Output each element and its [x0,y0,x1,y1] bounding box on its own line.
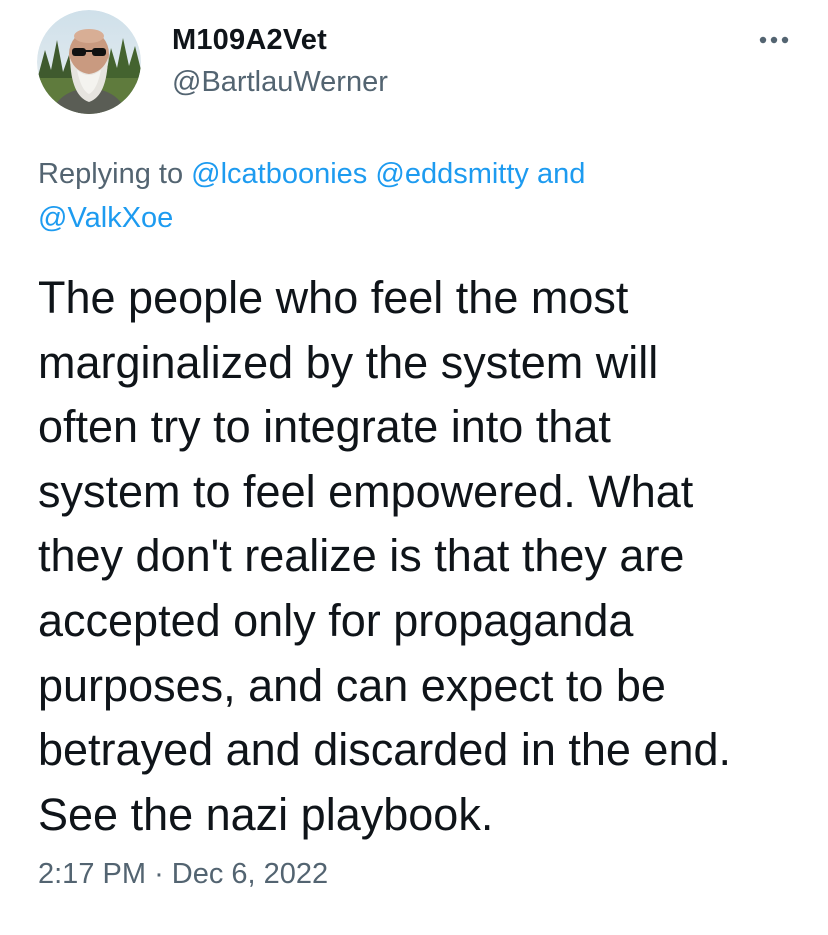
more-options-button[interactable] [752,22,796,58]
tweet-text-line: The people who feel the most [38,272,629,323]
mention-link-valkxoe[interactable]: @ValkXoe [38,202,173,234]
reply-conjunction[interactable]: and [537,158,585,190]
avatar[interactable] [37,10,141,114]
mention-link-lcatboonies[interactable]: @lcatboonies [191,158,367,190]
mention-link-eddsmitty[interactable]: @eddsmitty [375,158,529,190]
author-display-name[interactable]: M109A2Vet [172,24,327,57]
more-horizontal-icon [759,36,789,44]
avatar-image [37,10,141,114]
tweet-text-line: purposes, and can expect to be [38,659,666,711]
tweet-date[interactable]: Dec 6, 2022 [172,858,328,890]
tweet-timestamp[interactable]: 2:17 PM · Dec 6, 2022 [38,858,328,891]
tweet-text-line: accepted only for propaganda [38,594,634,646]
tweet-time[interactable]: 2:17 PM [38,858,146,890]
tweet-text-line: See the nazi playbook. [38,788,494,840]
tweet-text-line: betrayed and discarded in the end. [38,724,731,776]
author-handle[interactable]: @BartlauWerner [172,66,388,99]
reply-prefix: Replying to [38,158,184,190]
tweet-text-line: often try to integrate into that [38,401,611,453]
meta-separator: · [154,858,164,890]
tweet-text-line: system to feel empowered. What [38,465,694,517]
tweet-text-line: they don't realize is that they are [38,530,685,582]
reply-context: Replying to @lcatboonies @eddsmitty and … [38,152,758,240]
tweet-text: The people who feel the most marginalize… [38,266,818,847]
tweet-text-line: marginalized by the system will [38,336,659,388]
